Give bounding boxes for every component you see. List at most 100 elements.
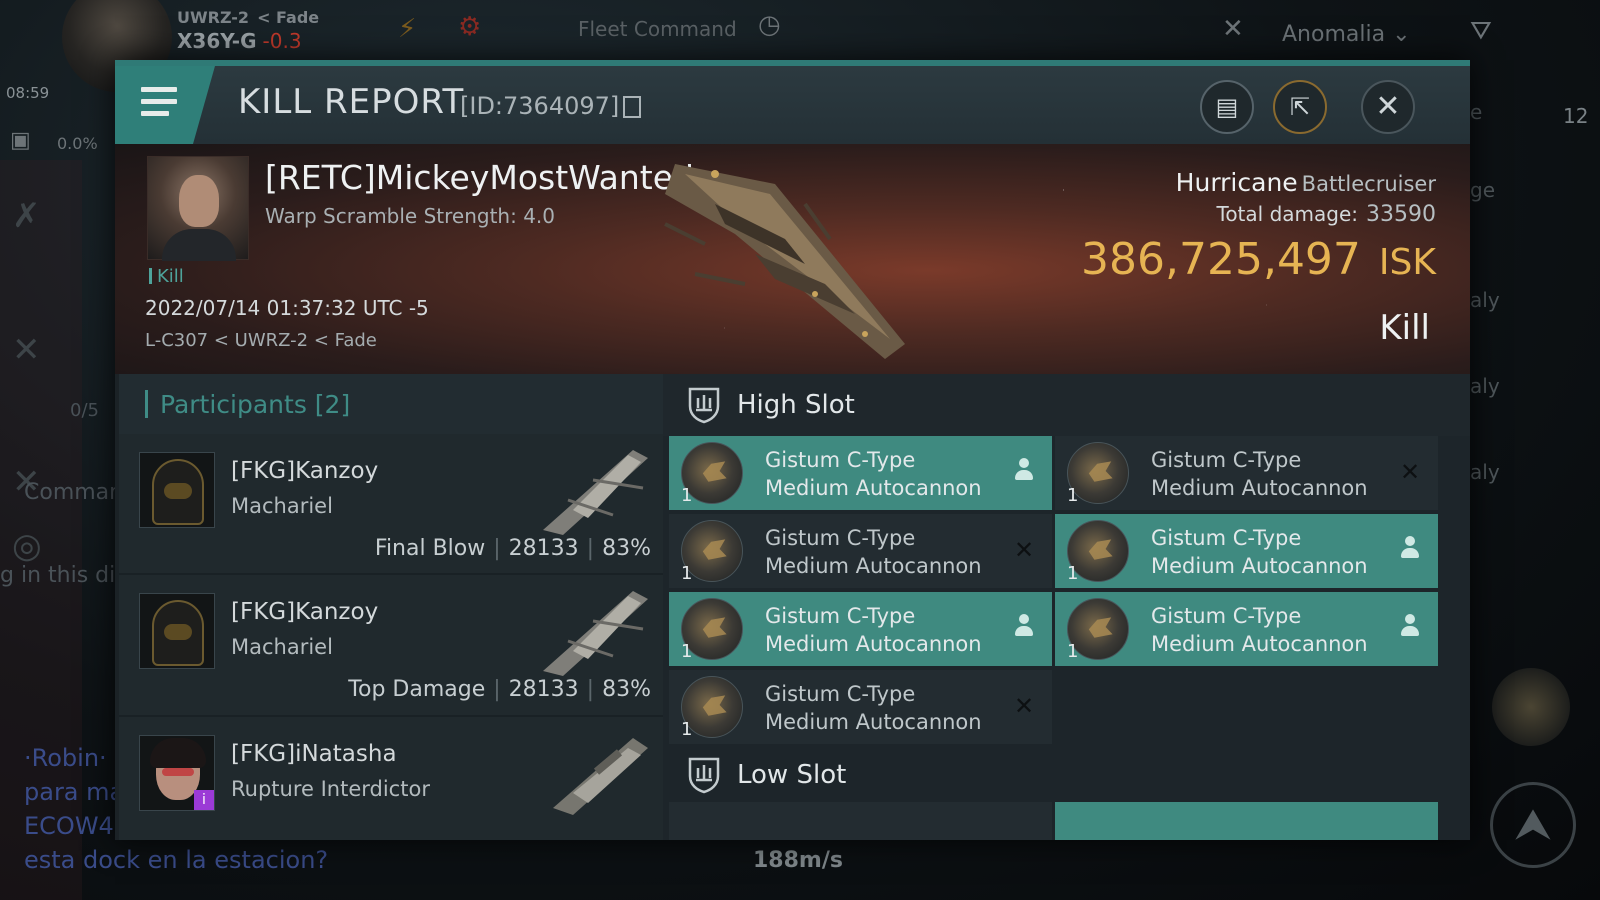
dropped-x-icon: ✕: [1013, 692, 1035, 720]
participant-ship: Rupture Interdictor: [231, 777, 430, 801]
module-slot[interactable]: 1 Gistum C-Type Medium Autocannon ✕: [1055, 436, 1438, 510]
avatar: [139, 593, 215, 669]
module-slot[interactable]: 1 Gistum C-Type Medium Autocannon: [1055, 514, 1438, 588]
module-name: Gistum C-Type: [1151, 604, 1302, 628]
participant-ship-image: [553, 738, 648, 815]
chat-line: esta dock en la estacion?: [24, 846, 329, 874]
tools-icon[interactable]: ✗: [12, 196, 41, 236]
module-name: Medium Autocannon: [1151, 632, 1368, 656]
share-button[interactable]: ⇱: [1273, 80, 1327, 134]
badge-icon: i: [194, 790, 214, 810]
menu-button[interactable]: [115, 66, 215, 144]
module-qty: 1: [681, 641, 693, 662]
participant-name: [FKG]Kanzoy: [231, 458, 379, 484]
dropped-x-icon: ✕: [1399, 458, 1421, 486]
dropped-x-icon: ✕: [1013, 536, 1035, 564]
avatar: [139, 452, 215, 528]
right-fragment: aly: [1470, 374, 1500, 398]
victim-ship-image: [664, 164, 905, 359]
target-icon[interactable]: ◎: [12, 526, 42, 566]
right-fragment: aly: [1470, 460, 1500, 484]
result-label: Kill: [1379, 308, 1430, 348]
victim-name[interactable]: [RETC]MickeyMostWanted: [265, 158, 694, 197]
victim-portrait[interactable]: [147, 156, 249, 261]
ship-module-button[interactable]: [1492, 668, 1570, 746]
right-fragment: aly: [1470, 288, 1500, 312]
destroyed-person-icon: [1010, 458, 1038, 486]
participant-row[interactable]: i [FKG]iNatasha Rupture Interdictor: [119, 717, 663, 840]
copy-icon[interactable]: [623, 96, 641, 118]
low-slot-icon: [688, 757, 720, 794]
lightning-icon[interactable]: ⚡: [398, 14, 416, 44]
low-slot-header: Low Slot: [663, 744, 1470, 806]
notification-count[interactable]: 12: [1563, 104, 1588, 128]
module-name: Gistum C-Type: [765, 448, 916, 472]
module-name: Gistum C-Type: [765, 604, 916, 628]
gear-icon[interactable]: ⚙: [458, 12, 481, 42]
cargo-icon[interactable]: ▣: [10, 128, 31, 153]
participant-stats: Final Blow | 28133 | 83%: [374, 536, 651, 561]
module-name: Gistum C-Type: [765, 682, 916, 706]
autopilot-icon[interactable]: ⮝: [1490, 782, 1576, 868]
participant-ship: Machariel: [231, 635, 333, 659]
total-damage: Total damage: 33590: [1216, 202, 1437, 227]
kill-location[interactable]: L-C307 < UWRZ-2 < Fade: [145, 330, 377, 351]
module-slot[interactable]: 1 Gistum C-Type Medium Autocannon: [1055, 592, 1438, 666]
kill-report-dialog: KILL REPORT [ID:7364097] ▤ ⇱ ✕ [RETC]Mic…: [115, 60, 1470, 840]
clock-time: 08:59: [6, 84, 50, 102]
chevron-down-icon: ⌄: [1392, 22, 1411, 47]
module-slot[interactable]: [1055, 802, 1438, 840]
filter-icon[interactable]: ⛛: [1470, 16, 1492, 47]
right-fragment: ge: [1470, 178, 1495, 202]
participant-name: [FKG]iNatasha: [231, 741, 397, 767]
module-qty: 1: [1067, 485, 1079, 506]
module-name: Gistum C-Type: [1151, 526, 1302, 550]
current-system[interactable]: X36Y-G -0.3: [177, 29, 302, 53]
fleet-command-button[interactable]: Fleet Command: [578, 17, 737, 41]
participant-row[interactable]: [FKG]Kanzoy Machariel Top Damage | 28133 | 8…: [119, 575, 663, 715]
participant-ship-image: [543, 450, 648, 535]
chat-line: ·Robin·: [24, 744, 107, 772]
close-icon: ✕: [1375, 89, 1401, 124]
participant-name: [FKG]Kanzoy: [231, 599, 379, 625]
destroyed-person-icon: [1010, 614, 1038, 642]
cargo-percent: 0.0%: [57, 134, 98, 153]
dialog-header: KILL REPORT [ID:7364097] ▤ ⇱ ✕: [115, 66, 1470, 144]
module-qty: 1: [681, 719, 693, 740]
module-qty: 1: [681, 563, 693, 584]
module-slot[interactable]: 1 Gistum C-Type Medium Autocannon: [669, 436, 1052, 510]
module-slot[interactable]: [669, 802, 1052, 840]
anomalia-dropdown[interactable]: Anomalia ⌄: [1282, 22, 1411, 47]
warp-scramble-strength: Warp Scramble Strength: 4.0: [265, 204, 556, 228]
victim-banner: [RETC]MickeyMostWanted Warp Scramble Str…: [115, 144, 1470, 374]
module-name: Gistum C-Type: [1151, 448, 1302, 472]
module-name: Medium Autocannon: [765, 632, 982, 656]
module-name: Medium Autocannon: [765, 554, 982, 578]
avatar: i: [139, 735, 215, 811]
module-name: Medium Autocannon: [1151, 554, 1368, 578]
clipboard-button[interactable]: ▤: [1200, 80, 1254, 134]
right-fragment: e: [1470, 100, 1483, 124]
module-slot[interactable]: 1 Gistum C-Type Medium Autocannon ✕: [669, 670, 1052, 744]
clock-icon[interactable]: ◷: [758, 10, 781, 40]
module-qty: 1: [1067, 641, 1079, 662]
close-button[interactable]: ✕: [1361, 80, 1415, 134]
crossed-swords-icon[interactable]: ✕: [1222, 14, 1244, 44]
module-slot[interactable]: 1 Gistum C-Type Medium Autocannon: [669, 592, 1052, 666]
module-slot[interactable]: 1 Gistum C-Type Medium Autocannon ✕: [669, 514, 1052, 588]
participant-row[interactable]: [FKG]Kanzoy Machariel Final Blow | 28133 | 8…: [119, 434, 663, 574]
high-slot-icon: [688, 387, 720, 424]
high-slot-header: High Slot: [663, 374, 1470, 436]
cross-icon[interactable]: ✕: [12, 330, 41, 370]
participant-stats: Top Damage | 28133 | 83%: [348, 677, 651, 702]
victim-ship-name[interactable]: Hurricane Battlecruiser: [1176, 168, 1436, 197]
module-name: Medium Autocannon: [1151, 476, 1368, 500]
participant-ship-image: [543, 591, 648, 676]
participants-panel: Participants [2] [FKG]Kanzoy Machariel F…: [119, 374, 663, 840]
kill-tag: Kill: [149, 266, 184, 287]
module-name: Medium Autocannon: [765, 476, 982, 500]
participants-header: Participants [2]: [119, 374, 663, 434]
speed-readout: 188m/s: [753, 848, 843, 873]
destroyed-person-icon: [1396, 536, 1424, 564]
dialog-title: KILL REPORT: [238, 82, 465, 122]
